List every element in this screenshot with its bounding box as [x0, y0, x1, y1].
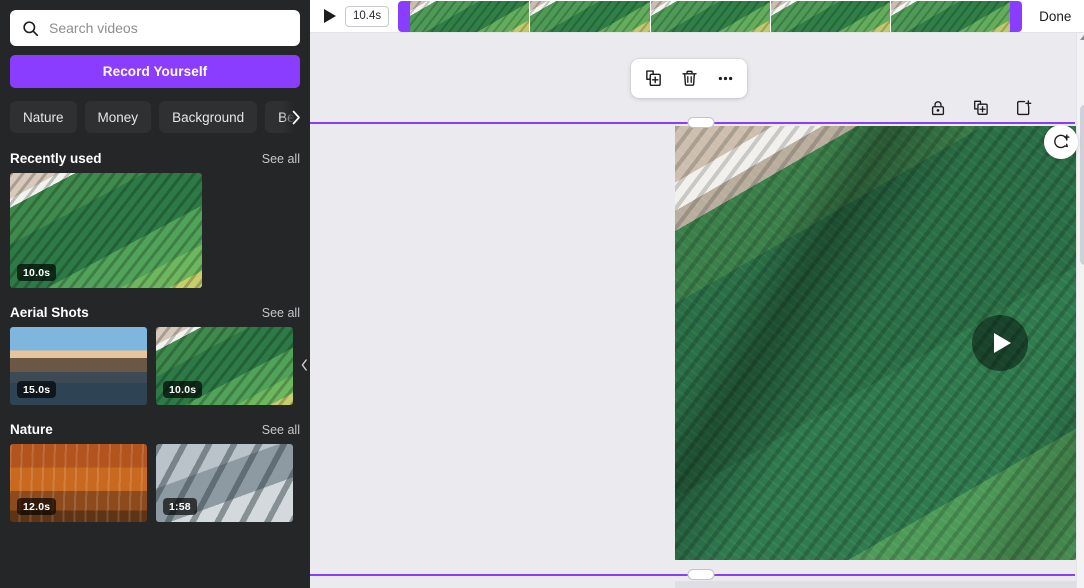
- duration-badge: 10.0s: [17, 264, 57, 281]
- search-container: [0, 0, 310, 46]
- section-header: Aerial Shots See all: [0, 305, 310, 327]
- lock-page-button[interactable]: [926, 96, 950, 120]
- add-comment-icon: [1054, 133, 1070, 148]
- search-icon: [23, 20, 39, 36]
- video-thumbnail[interactable]: 12.0s: [10, 444, 147, 522]
- clip-frame: [650, 0, 771, 32]
- duplicate-page-icon: [974, 100, 989, 115]
- lock-icon: [932, 101, 945, 116]
- video-thumbnail[interactable]: 10.0s: [156, 327, 293, 405]
- page-resize-handle-bottom[interactable]: [687, 569, 715, 580]
- section-header: Recently used See all: [0, 151, 310, 173]
- video-editor-app: Record Yourself Nature Money Background …: [0, 0, 1084, 588]
- section-nature: Nature See all 12.0s 1:58: [0, 422, 310, 522]
- chip-money[interactable]: Money: [84, 101, 152, 133]
- timeline-clip[interactable]: [398, 0, 1023, 32]
- thumbnail-grid: 12.0s 1:58: [0, 444, 310, 522]
- clip-frame-strip: [410, 0, 1011, 32]
- next-page-preview[interactable]: [675, 581, 1084, 588]
- see-all-nature[interactable]: See all: [262, 423, 300, 437]
- section-title: Recently used: [10, 151, 102, 166]
- duplicate-button[interactable]: [638, 64, 668, 94]
- page-resize-handle-top[interactable]: [687, 117, 715, 128]
- canvas-play-button[interactable]: [972, 315, 1028, 371]
- media-sidebar: Record Yourself Nature Money Background …: [0, 0, 310, 588]
- trim-handle-left[interactable]: [398, 0, 411, 32]
- timeline-play-button[interactable]: [324, 9, 336, 23]
- done-button[interactable]: Done: [1031, 5, 1079, 28]
- more-options-button[interactable]: [710, 64, 740, 94]
- clip-duration-field[interactable]: 10.4s: [345, 5, 390, 27]
- search-input[interactable]: [49, 20, 288, 36]
- trim-handle-right[interactable]: [1010, 0, 1023, 32]
- duplicate-page-button[interactable]: [969, 96, 993, 120]
- scrollbar-thumb[interactable]: [1080, 105, 1084, 265]
- add-page-button[interactable]: [1012, 96, 1036, 120]
- editor-area: 10.4s Done: [310, 0, 1084, 588]
- section-title: Aerial Shots: [10, 305, 89, 320]
- clip-frame: [530, 0, 651, 32]
- section-aerial-shots: Aerial Shots See all 15.0s 10.0s: [0, 305, 310, 405]
- video-thumbnail[interactable]: 1:58: [156, 444, 293, 522]
- duration-badge: 10.0s: [163, 381, 203, 398]
- editor-scrollbar[interactable]: [1076, 33, 1084, 588]
- duration-badge: 1:58: [163, 498, 197, 515]
- clip-frame: [410, 0, 531, 32]
- see-all-aerial-shots[interactable]: See all: [262, 306, 300, 320]
- chevron-left-icon: [301, 359, 307, 371]
- page-tools-row: [926, 96, 1036, 120]
- scroll-up-icon[interactable]: [1080, 35, 1084, 40]
- duration-badge: 15.0s: [17, 381, 57, 398]
- chevron-right-icon: [292, 110, 300, 124]
- play-icon: [993, 333, 1011, 353]
- video-element-canvas[interactable]: [675, 126, 1084, 560]
- see-all-recently-used[interactable]: See all: [262, 152, 300, 166]
- thumbnail-grid: 10.0s: [0, 173, 310, 288]
- video-thumbnail[interactable]: 10.0s: [10, 173, 202, 288]
- section-recently-used: Recently used See all 10.0s: [0, 151, 310, 288]
- section-title: Nature: [10, 422, 53, 437]
- duplicate-icon: [645, 70, 661, 87]
- sidebar-collapse-handle[interactable]: [297, 333, 310, 397]
- chip-background[interactable]: Background: [159, 101, 258, 133]
- category-chip-row: Nature Money Background Beach: [0, 100, 310, 134]
- search-box[interactable]: [10, 10, 300, 46]
- video-thumbnail[interactable]: 15.0s: [10, 327, 147, 405]
- duration-badge: 12.0s: [17, 498, 57, 515]
- element-context-toolbar: [631, 59, 747, 98]
- more-options-icon: [718, 76, 732, 81]
- add-page-icon: [1017, 100, 1032, 116]
- record-yourself-button[interactable]: Record Yourself: [10, 55, 300, 88]
- chips-next-button[interactable]: [282, 100, 310, 134]
- section-header: Nature See all: [0, 422, 310, 444]
- chip-nature[interactable]: Nature: [10, 101, 77, 133]
- thumbnail-grid: 15.0s 10.0s: [0, 327, 310, 405]
- clip-frame: [770, 0, 891, 32]
- video-timeline-bar: 10.4s Done: [310, 0, 1084, 33]
- delete-button[interactable]: [674, 64, 704, 94]
- trash-icon: [681, 70, 697, 86]
- clip-frame: [890, 0, 1011, 32]
